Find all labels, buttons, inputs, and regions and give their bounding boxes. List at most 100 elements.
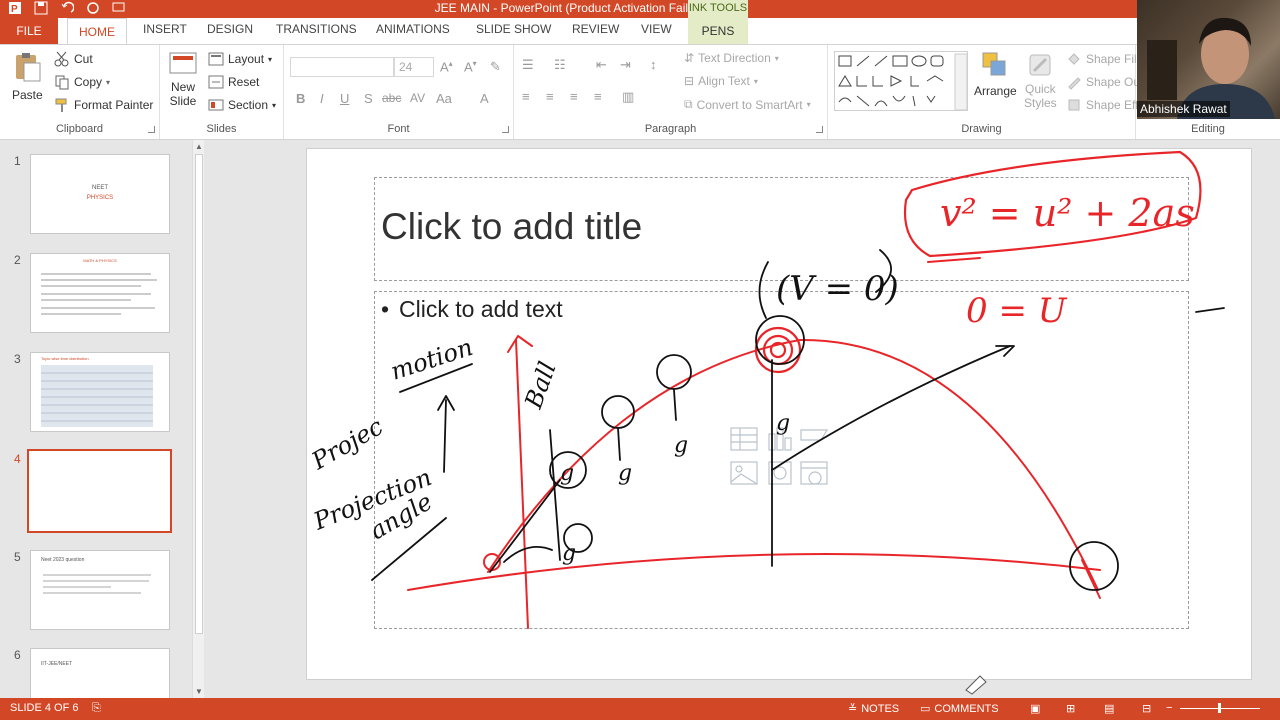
grow-font-icon[interactable]: A▴ — [440, 59, 453, 74]
tab-insert[interactable]: INSERT — [143, 22, 187, 36]
slide-preview: Topic wise time distribution — [30, 352, 170, 432]
new-slide-label-2: Slide — [169, 94, 197, 108]
tab-file[interactable]: FILE — [0, 18, 58, 44]
increase-indent-icon[interactable]: ⇥ — [620, 57, 631, 73]
columns-icon[interactable]: ▥ — [622, 89, 634, 105]
notes-label: NOTES — [861, 702, 900, 715]
paragraph-group-label: Paragraph — [644, 123, 697, 135]
slide-thumbnail-pane: 1 NEET PHYSICS 2 MATH & PHYSICS 3 Topic … — [0, 140, 210, 698]
align-right-icon[interactable]: ≡ — [570, 89, 578, 104]
tab-slide-show[interactable]: SLIDE SHOW — [476, 22, 551, 36]
line-spacing-icon[interactable]: ↕ — [650, 57, 657, 72]
zoom-out-icon[interactable]: − — [1166, 702, 1172, 714]
content-placeholder[interactable]: • Click to add text — [374, 291, 1189, 629]
shape-outline-button[interactable]: Shape Ou — [1066, 74, 1140, 90]
clear-format-icon[interactable]: ✎ — [490, 59, 501, 75]
ink-tools-contextual-header: INK TOOLS — [688, 0, 748, 18]
scrollbar-thumb[interactable] — [195, 154, 203, 634]
bullet-icon: • — [381, 296, 390, 322]
format-painter-button[interactable]: Format Painter — [54, 97, 153, 113]
underline-button[interactable]: U — [340, 91, 349, 106]
zoom-slider-knob[interactable] — [1218, 703, 1221, 713]
character-spacing-button[interactable]: AV — [410, 91, 425, 105]
change-case-button[interactable]: Aa — [436, 91, 452, 106]
font-color-button[interactable]: A — [480, 91, 489, 106]
paragraph-group: ☰ ☷ ⇤ ⇥ ↕ ≡ ≡ ≡ ≡ ▥ ⇵ Text Direction ▾ ⊟ … — [514, 45, 828, 139]
tab-transitions[interactable]: TRANSITIONS — [276, 22, 357, 36]
layout-button[interactable]: Layout ▾ — [208, 51, 272, 67]
slides-group-label: Slides — [206, 123, 237, 135]
shape-fill-button[interactable]: Shape Fill — [1066, 51, 1139, 67]
cut-label: Cut — [74, 52, 93, 66]
tab-design[interactable]: DESIGN — [207, 22, 253, 36]
tab-review[interactable]: REVIEW — [572, 22, 619, 36]
scroll-down-icon[interactable]: ▼ — [195, 687, 203, 696]
normal-view-icon[interactable]: ▣ — [1030, 702, 1040, 715]
font-name-field[interactable] — [290, 57, 394, 77]
slide-thumbnail-2[interactable]: 2 MATH & PHYSICS — [0, 253, 190, 337]
section-button[interactable]: Section ▾ — [208, 97, 276, 113]
bold-button[interactable]: B — [296, 91, 305, 106]
slide-thumbnail-1[interactable]: 1 NEET PHYSICS — [0, 154, 190, 238]
section-label: Section — [228, 98, 269, 112]
thumbnail-scrollbar[interactable]: ▲ ▼ — [192, 140, 204, 698]
quick-styles-label-2: Styles — [1024, 96, 1057, 110]
numbering-icon[interactable]: ☷ — [554, 57, 566, 73]
slide-thumbnail-4-selected[interactable]: 4 — [0, 449, 190, 536]
slide-thumbnail-6[interactable]: 6 IIT-JEE/NEET — [0, 648, 190, 698]
clipboard-group: Paste Cut Copy ▾ Format Painter Clipboar… — [0, 45, 160, 139]
paste-button[interactable]: Paste — [12, 51, 43, 102]
shapes-gallery[interactable] — [834, 51, 968, 111]
justify-icon[interactable]: ≡ — [594, 89, 602, 104]
copy-dropdown-icon[interactable]: ▾ — [106, 78, 110, 87]
shrink-font-icon[interactable]: A▾ — [464, 59, 477, 74]
slide-show-icon[interactable]: ⊟ — [1142, 702, 1151, 715]
slide-thumbnail-3[interactable]: 3 Topic wise time distribution — [0, 352, 190, 436]
text-direction-label: Text Direction — [698, 51, 771, 65]
notes-button[interactable]: ≚ NOTES — [848, 702, 900, 716]
paragraph-launcher-icon[interactable] — [816, 126, 823, 133]
reset-button[interactable]: Reset — [208, 74, 259, 90]
text-direction-icon: ⇵ — [684, 51, 695, 65]
scroll-up-icon[interactable]: ▲ — [195, 142, 203, 151]
paste-icon — [12, 51, 42, 86]
convert-smartart-label: Convert to SmartArt — [696, 97, 803, 112]
text-direction-button[interactable]: ⇵ Text Direction ▾ — [684, 51, 779, 65]
slide-thumbnail-5[interactable]: 5 Neet 2023 question — [0, 550, 190, 634]
bullets-icon[interactable]: ☰ — [522, 57, 534, 73]
decrease-indent-icon[interactable]: ⇤ — [596, 57, 607, 73]
quick-styles-button[interactable]: Quick Styles — [1024, 51, 1057, 110]
shape-effects-icon — [1066, 97, 1082, 113]
align-left-icon[interactable]: ≡ — [522, 89, 530, 104]
tab-home[interactable]: HOME — [67, 18, 127, 45]
window-title: JEE MAIN - PowerPoint (Product Activatio… — [434, 1, 706, 15]
align-text-button[interactable]: ⊟ Align Text ▾ — [684, 74, 758, 88]
italic-button[interactable]: I — [320, 91, 324, 106]
reading-view-icon[interactable]: ▤ — [1104, 702, 1114, 715]
tab-pens[interactable]: PENS — [688, 18, 748, 44]
arrange-button[interactable]: Arrange — [974, 51, 1017, 98]
cut-button[interactable]: Cut — [54, 51, 93, 67]
tab-animations[interactable]: ANIMATIONS — [376, 22, 450, 36]
clipboard-launcher-icon[interactable] — [148, 126, 155, 133]
font-launcher-icon[interactable] — [502, 126, 509, 133]
title-placeholder[interactable]: Click to add title — [374, 177, 1189, 281]
insert-content-icons[interactable] — [729, 424, 859, 504]
shape-effects-button[interactable]: Shape Eff — [1066, 97, 1139, 113]
slide-sorter-icon[interactable]: ⊞ — [1066, 702, 1075, 715]
strikethrough-button[interactable]: abc — [382, 91, 401, 105]
convert-smartart-button[interactable]: ⧉ Convert to SmartArt ▾ — [684, 97, 811, 112]
copy-button[interactable]: Copy ▾ — [54, 74, 110, 90]
text-shadow-button[interactable]: S — [364, 91, 373, 106]
align-center-icon[interactable]: ≡ — [546, 89, 554, 104]
tab-view[interactable]: VIEW — [641, 22, 672, 36]
new-slide-button[interactable]: New Slide — [168, 51, 198, 108]
scissors-icon — [54, 51, 70, 67]
smartart-icon: ⧉ — [684, 97, 693, 111]
spell-check-icon[interactable]: ⎘ — [92, 702, 101, 715]
shape-outline-label: Shape Ou — [1086, 75, 1141, 89]
arrange-label: Arrange — [974, 84, 1017, 98]
font-size-field[interactable]: 24 — [394, 57, 434, 77]
slide-canvas[interactable]: Click to add title • Click to add text — [306, 148, 1252, 680]
comments-button[interactable]: ▭ COMMENTS — [920, 702, 999, 716]
